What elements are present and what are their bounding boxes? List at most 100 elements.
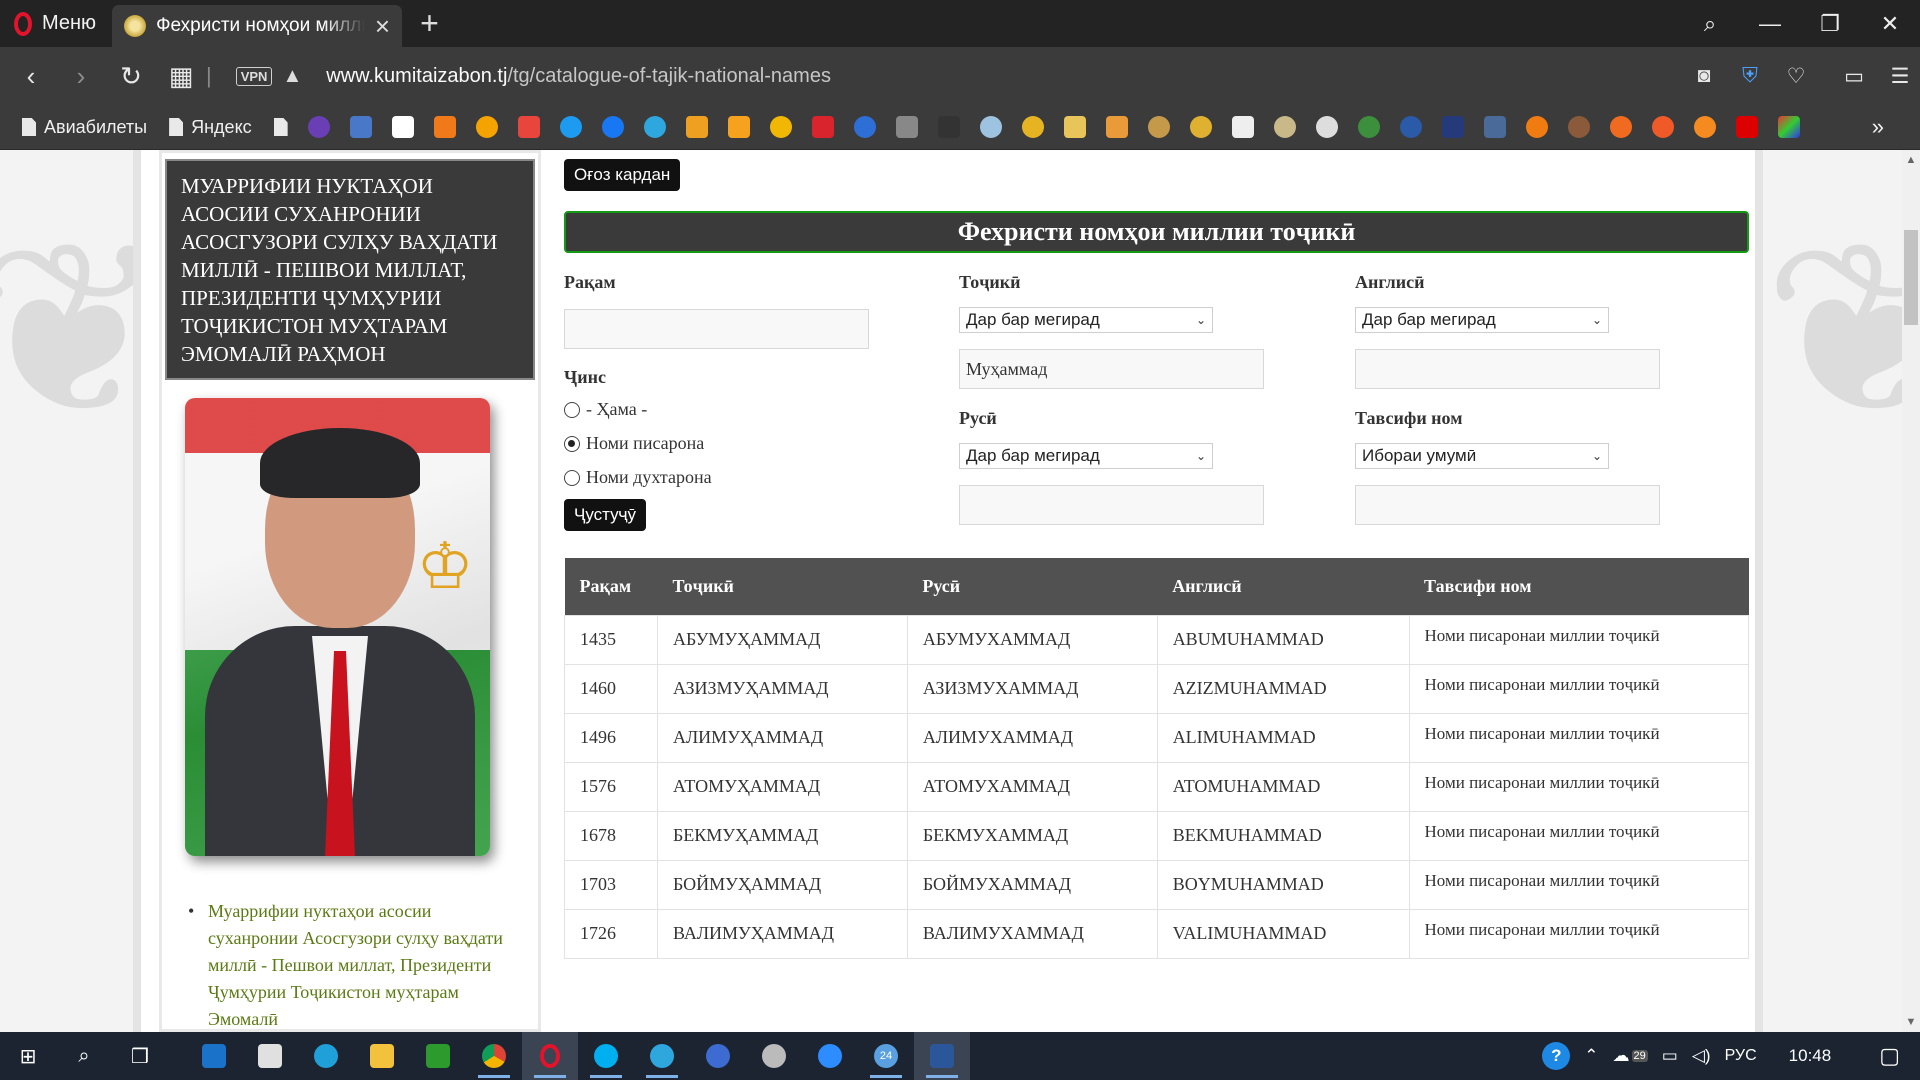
mail-icon[interactable] bbox=[186, 1032, 242, 1080]
bookmark-emblem2-icon[interactable] bbox=[1063, 116, 1086, 138]
bookmark-yandex[interactable]: Яндекс bbox=[169, 117, 252, 138]
bookmark-facebook-icon[interactable] bbox=[601, 116, 624, 138]
app-w-icon[interactable] bbox=[690, 1032, 746, 1080]
bookmark-t-icon[interactable] bbox=[1735, 116, 1758, 138]
description-mode-select[interactable]: Ибораи умумӣ ⌄ bbox=[1355, 443, 1609, 469]
language-indicator[interactable]: РУС bbox=[1725, 1047, 1757, 1065]
russian-mode-select[interactable]: Дар бар мегирад ⌄ bbox=[959, 443, 1213, 469]
explorer-icon[interactable] bbox=[354, 1032, 410, 1080]
volume-icon[interactable]: ◁) bbox=[1692, 1046, 1711, 1066]
scroll-down-icon[interactable]: ▼ bbox=[1902, 1016, 1920, 1028]
bookmark-telegram-icon[interactable] bbox=[643, 116, 666, 138]
vertical-scrollbar[interactable]: ▲ ▼ bbox=[1902, 150, 1920, 1032]
tajik-mode-select[interactable]: Дар бар мегирад ⌄ bbox=[959, 307, 1213, 333]
bookmark-phi-icon[interactable] bbox=[853, 116, 876, 138]
bookmark-oval-icon[interactable] bbox=[979, 116, 1002, 138]
column-header-russian[interactable]: Русӣ bbox=[907, 558, 1158, 615]
column-header-english[interactable]: Англисӣ bbox=[1157, 558, 1410, 615]
bookmark-emblem4-icon[interactable] bbox=[1147, 116, 1170, 138]
bookmark-emblem5-icon[interactable] bbox=[1189, 116, 1212, 138]
bookmark-globe2-icon[interactable] bbox=[1399, 116, 1422, 138]
battery-saver-icon[interactable]: ▭ bbox=[1834, 64, 1874, 89]
english-mode-select[interactable]: Дар бар мегирад ⌄ bbox=[1355, 307, 1609, 333]
bookmark-aviabilety[interactable]: Авиабилеты bbox=[22, 117, 147, 138]
task-view-icon[interactable]: ❒ bbox=[112, 1032, 168, 1080]
column-header-number[interactable]: Рақам bbox=[564, 558, 658, 615]
radio-icon[interactable] bbox=[564, 469, 580, 486]
forward-icon[interactable]: › bbox=[56, 61, 106, 92]
bookmark-site-icon[interactable] bbox=[349, 116, 372, 138]
bookmark-blogger-icon[interactable] bbox=[433, 116, 456, 138]
new-tab-icon[interactable]: + bbox=[420, 5, 439, 42]
russian-input[interactable] bbox=[959, 485, 1264, 525]
skype-icon[interactable] bbox=[578, 1032, 634, 1080]
store-icon[interactable] bbox=[242, 1032, 298, 1080]
bookmark-globe-icon[interactable] bbox=[307, 116, 330, 138]
english-input[interactable] bbox=[1355, 349, 1660, 389]
camera-icon[interactable]: ◙ bbox=[1684, 64, 1724, 89]
help-icon[interactable]: ? bbox=[1542, 1042, 1571, 1070]
chrome-icon[interactable] bbox=[466, 1032, 522, 1080]
active-tab[interactable]: Фехристи номҳои миллии точикӣ × bbox=[112, 5, 403, 47]
search-icon[interactable]: ⌕ bbox=[56, 1032, 112, 1080]
bookmark-green-icon[interactable] bbox=[1357, 116, 1380, 138]
url-field[interactable]: www.kumitaizabon.tj/tg/catalogue-of-taji… bbox=[326, 65, 831, 88]
column-header-description[interactable]: Тавсифи ном bbox=[1409, 558, 1749, 615]
bookmark-sun-icon[interactable] bbox=[769, 116, 792, 138]
bookmark-star-icon[interactable] bbox=[685, 116, 708, 138]
restore-icon[interactable]: ❐ bbox=[1800, 11, 1860, 37]
easy-setup-icon[interactable]: ☰ bbox=[1880, 64, 1920, 89]
bookmark-runner-icon[interactable] bbox=[1693, 116, 1716, 138]
app-globe-icon[interactable] bbox=[746, 1032, 802, 1080]
speed-dial-icon[interactable]: ▦ bbox=[156, 61, 206, 92]
app-24-icon[interactable]: 24 bbox=[858, 1032, 914, 1080]
back-icon[interactable]: ‹ bbox=[6, 61, 56, 92]
word-icon[interactable] bbox=[914, 1032, 970, 1080]
bookmark-red-icon[interactable] bbox=[811, 116, 834, 138]
radio-icon[interactable] bbox=[564, 401, 580, 418]
scroll-up-icon[interactable]: ▲ bbox=[1902, 154, 1920, 166]
notifications-icon[interactable]: ▢ bbox=[1879, 1043, 1900, 1069]
radio-selected-icon[interactable] bbox=[564, 435, 580, 452]
bookmark-m-icon[interactable] bbox=[391, 116, 414, 138]
chevron-up-icon[interactable]: ⌃ bbox=[1584, 1046, 1598, 1066]
bookmark-twitter-icon[interactable] bbox=[559, 116, 582, 138]
bookmarks-more-icon[interactable]: » bbox=[1872, 114, 1884, 140]
bookmark-emblem3-icon[interactable] bbox=[1105, 116, 1128, 138]
opera-menu-button[interactable]: Меню bbox=[0, 0, 112, 47]
app-green-icon[interactable] bbox=[410, 1032, 466, 1080]
gender-radio-all[interactable]: - Ҳама - bbox=[564, 399, 647, 420]
column-header-tajik[interactable]: Тоҷикӣ bbox=[657, 558, 908, 615]
description-input[interactable] bbox=[1355, 485, 1660, 525]
clock[interactable]: 10:48 bbox=[1789, 1046, 1832, 1066]
reset-button[interactable]: Оғоз кардан bbox=[564, 159, 681, 191]
bookmark-doc-icon[interactable] bbox=[273, 118, 288, 136]
bookmark-b-icon[interactable] bbox=[1609, 116, 1632, 138]
search-tabs-icon[interactable]: ⌕ bbox=[1680, 11, 1740, 37]
bookmark-color-icon[interactable] bbox=[1777, 116, 1800, 138]
weather-widget[interactable]: ☁ 29 bbox=[1613, 1046, 1648, 1066]
close-tab-icon[interactable]: × bbox=[375, 13, 390, 39]
bookmark-swirl-icon[interactable] bbox=[1525, 116, 1548, 138]
vpn-badge[interactable]: VPN bbox=[235, 66, 273, 86]
bookmark-duck-icon[interactable] bbox=[1651, 116, 1674, 138]
bookmark-plane-icon[interactable] bbox=[895, 116, 918, 138]
minimize-icon[interactable]: — bbox=[1740, 11, 1800, 37]
bookmark-cm-icon[interactable] bbox=[1483, 116, 1506, 138]
bookmark-flower-icon[interactable] bbox=[1315, 116, 1338, 138]
close-window-icon[interactable]: ✕ bbox=[1860, 11, 1920, 37]
bookmark-nr-icon[interactable] bbox=[1441, 116, 1464, 138]
bookmark-doc2-icon[interactable] bbox=[1231, 116, 1254, 138]
bookmark-pencil-icon[interactable] bbox=[727, 116, 750, 138]
bookmark-mail-icon[interactable] bbox=[475, 116, 498, 138]
adblock-shield-icon[interactable]: ⛨ bbox=[1730, 64, 1770, 89]
scrollbar-thumb[interactable] bbox=[1904, 230, 1918, 325]
warning-icon[interactable]: ▲ bbox=[282, 65, 302, 88]
number-input[interactable] bbox=[564, 309, 869, 349]
reload-icon[interactable]: ↻ bbox=[106, 61, 156, 92]
bookmark-seal-icon[interactable] bbox=[1273, 116, 1296, 138]
bookmark-cnf-icon[interactable] bbox=[937, 116, 960, 138]
sidebar-link[interactable]: Муаррифии нуктаҳои асосии суханронии Асо… bbox=[186, 898, 506, 1032]
gender-radio-male[interactable]: Номи писарона bbox=[564, 433, 704, 454]
bookmark-seal2-icon[interactable] bbox=[1567, 116, 1590, 138]
